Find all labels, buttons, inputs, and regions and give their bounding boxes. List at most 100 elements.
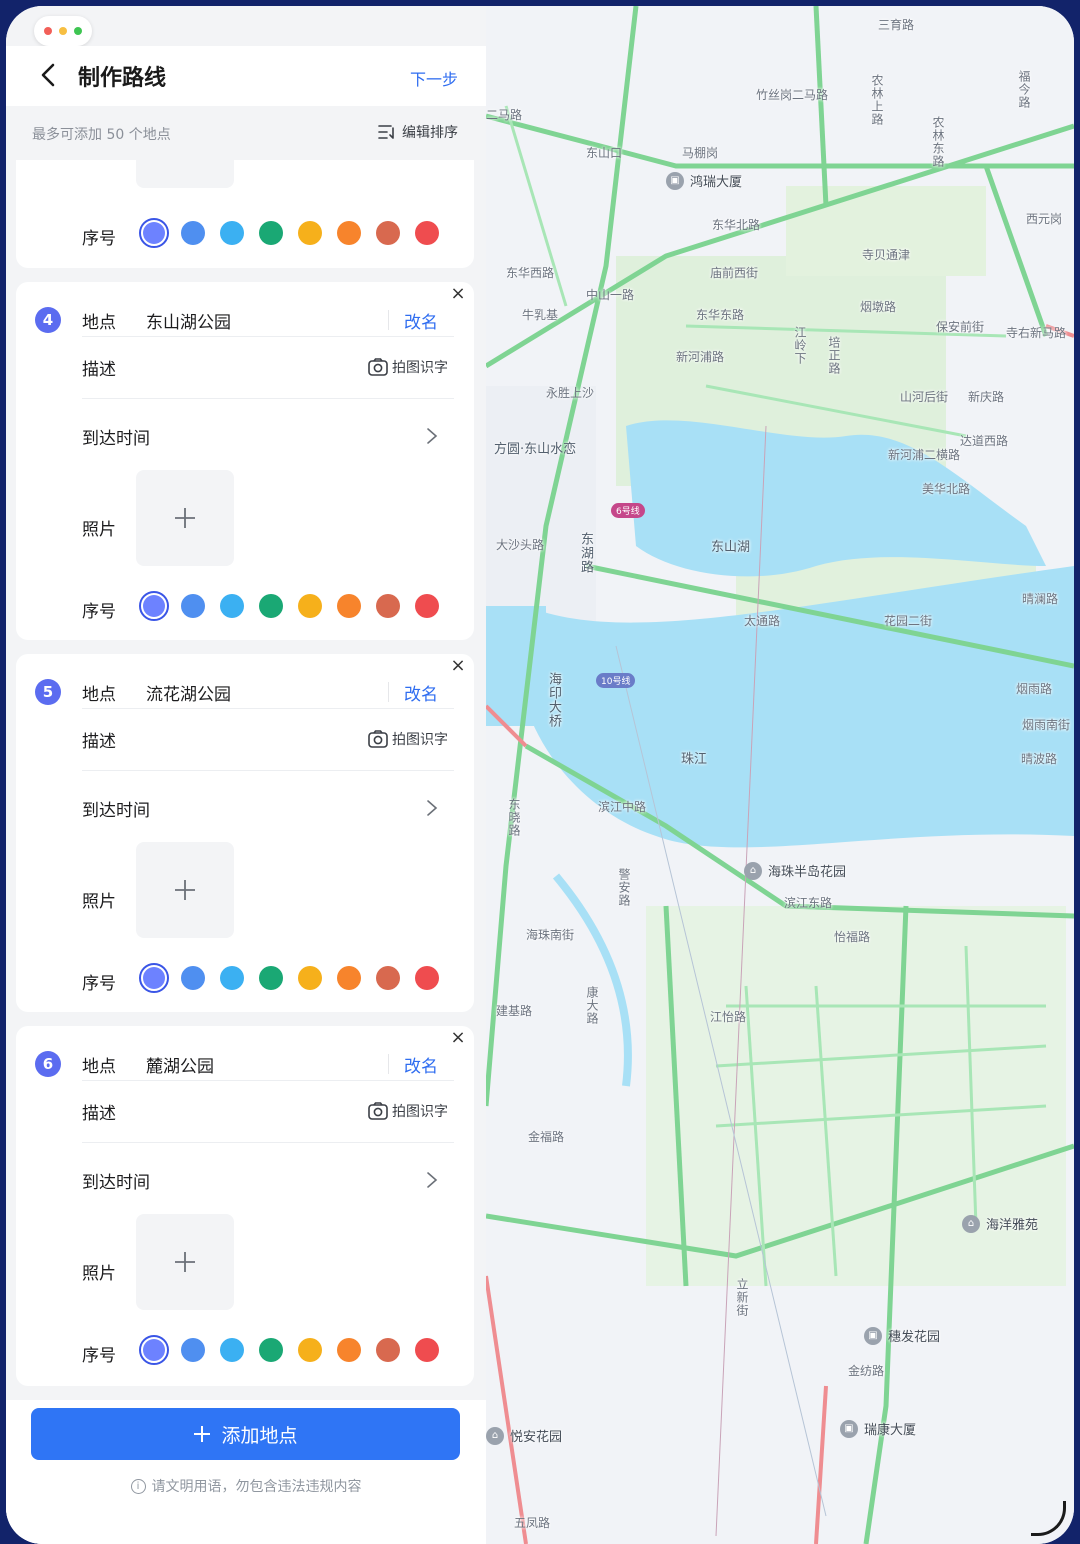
photo-upload-box[interactable] [136, 1214, 234, 1310]
color-swatch[interactable] [415, 594, 439, 618]
order-label: 序号 [82, 602, 116, 622]
map-poi[interactable]: ⌂ 海洋雅苑 [962, 1214, 1038, 1233]
back-arrow-icon[interactable] [36, 62, 62, 88]
place-label: 地点 [82, 313, 116, 333]
color-swatch[interactable] [259, 966, 283, 990]
divider [82, 1142, 454, 1143]
description-label[interactable]: 描述 [82, 355, 116, 380]
divider [82, 1080, 454, 1081]
color-swatch[interactable] [376, 594, 400, 618]
road-label: 三育路 [878, 18, 915, 32]
next-step-button[interactable]: 下一步 [410, 66, 458, 90]
road-label: 大沙头路 [496, 538, 545, 552]
color-swatch[interactable] [415, 221, 439, 245]
color-swatch[interactable] [298, 966, 322, 990]
color-swatch[interactable] [376, 1338, 400, 1362]
arrival-time-row[interactable]: 到达时间 [82, 796, 150, 821]
photo-upload-box[interactable] [136, 160, 234, 188]
color-swatch[interactable] [139, 218, 169, 248]
rename-button[interactable]: 改名 [404, 308, 438, 333]
color-swatch[interactable] [139, 591, 169, 621]
rename-button[interactable]: 改名 [404, 1052, 438, 1077]
photo-upload-box[interactable] [136, 470, 234, 566]
color-swatch[interactable] [415, 1338, 439, 1362]
road-label: 金福路 [528, 1130, 565, 1144]
edit-order-button[interactable]: 编辑排序 [378, 122, 458, 142]
color-swatch[interactable] [220, 594, 244, 618]
road-label: 晴波路 [1021, 752, 1058, 766]
stop-card: × 6 地点 麓湖公园 改名 描述 拍图识字 到达时间 照片 序号 [16, 1026, 474, 1386]
color-swatch[interactable] [181, 966, 205, 990]
road-label: 培正路 [827, 336, 841, 375]
remove-stop-button[interactable]: × [448, 1028, 468, 1048]
description-label[interactable]: 描述 [82, 727, 116, 752]
residence-icon: ⌂ [744, 861, 762, 880]
color-swatch[interactable] [259, 594, 283, 618]
map-poi[interactable]: ▣ 鸿瑞大厦 [666, 171, 742, 190]
ocr-button[interactable]: 拍图识字 [368, 357, 448, 377]
remove-stop-button[interactable]: × [448, 284, 468, 304]
building-icon: ▣ [864, 1326, 882, 1345]
color-swatch[interactable] [181, 221, 205, 245]
road-label: 庙前西街 [710, 266, 759, 280]
road-label: 新河浦二横路 [888, 448, 961, 462]
color-swatch[interactable] [259, 1338, 283, 1362]
arrival-time-row[interactable]: 到达时间 [82, 424, 150, 449]
color-swatch[interactable] [220, 221, 244, 245]
color-swatch[interactable] [259, 221, 283, 245]
color-swatch[interactable] [337, 221, 361, 245]
color-picker [139, 218, 439, 248]
photo-upload-box[interactable] [136, 842, 234, 938]
map-poi[interactable]: ⌂ 海珠半岛花园 [744, 861, 846, 880]
color-swatch[interactable] [337, 1338, 361, 1362]
road-label: 立新街 [735, 1278, 749, 1317]
residence-icon: ⌂ [486, 1426, 504, 1445]
color-picker [139, 1335, 439, 1365]
chevron-right-icon[interactable] [426, 1171, 438, 1189]
arrival-time-row[interactable]: 到达时间 [82, 1168, 150, 1193]
chevron-right-icon[interactable] [426, 799, 438, 817]
color-swatch[interactable] [376, 966, 400, 990]
map-poi[interactable]: ▣ 穗发花园 [864, 1326, 940, 1345]
description-label[interactable]: 描述 [82, 1099, 116, 1124]
map-poi[interactable]: ▣ 瑞康大厦 [840, 1419, 916, 1438]
color-swatch[interactable] [376, 221, 400, 245]
maximize-window-dot[interactable] [74, 27, 82, 35]
color-swatch[interactable] [181, 594, 205, 618]
color-swatch[interactable] [298, 221, 322, 245]
map-poi[interactable]: ⌂ 悦安花园 [486, 1426, 562, 1445]
rename-button[interactable]: 改名 [404, 680, 438, 705]
place-label: 地点 [82, 685, 116, 705]
color-swatch[interactable] [337, 594, 361, 618]
building-icon: ▣ [840, 1419, 858, 1438]
list-toolbar: 最多可添加 50 个地点 编辑排序 [6, 106, 486, 160]
road-label: 福今路 [1017, 70, 1031, 109]
stop-number-badge: 4 [35, 307, 61, 333]
road-label: 达道西路 [960, 434, 1009, 448]
color-swatch[interactable] [220, 966, 244, 990]
color-swatch[interactable] [298, 594, 322, 618]
color-swatch[interactable] [415, 966, 439, 990]
chevron-right-icon[interactable] [426, 427, 438, 445]
road-label: 马棚岗 [682, 146, 719, 160]
color-swatch[interactable] [337, 966, 361, 990]
color-swatch[interactable] [139, 1335, 169, 1365]
road-label: 太通路 [744, 614, 781, 628]
color-swatch[interactable] [220, 1338, 244, 1362]
close-window-dot[interactable] [44, 27, 52, 35]
plus-icon [194, 1426, 211, 1442]
ocr-button[interactable]: 拍图识字 [368, 729, 448, 749]
remove-stop-button[interactable]: × [448, 656, 468, 676]
color-swatch[interactable] [298, 1338, 322, 1362]
color-swatch[interactable] [139, 963, 169, 993]
map-view[interactable]: 东山湖 珠江 方圆·东山水恋 6号线 10号线 ▣ 鸿瑞大厦 ⌂ 海珠半岛花园 … [486, 6, 1074, 1544]
ocr-button[interactable]: 拍图识字 [368, 1101, 448, 1121]
color-swatch[interactable] [181, 1338, 205, 1362]
road-label: 海印大桥 [546, 672, 561, 728]
metro-badge: 6号线 [611, 503, 645, 518]
minimize-window-dot[interactable] [59, 27, 67, 35]
road-label: 美华北路 [922, 482, 971, 496]
window-controls[interactable] [34, 16, 92, 46]
map-canvas[interactable] [486, 6, 1074, 1544]
add-stop-button[interactable]: 添加地点 [31, 1408, 460, 1460]
